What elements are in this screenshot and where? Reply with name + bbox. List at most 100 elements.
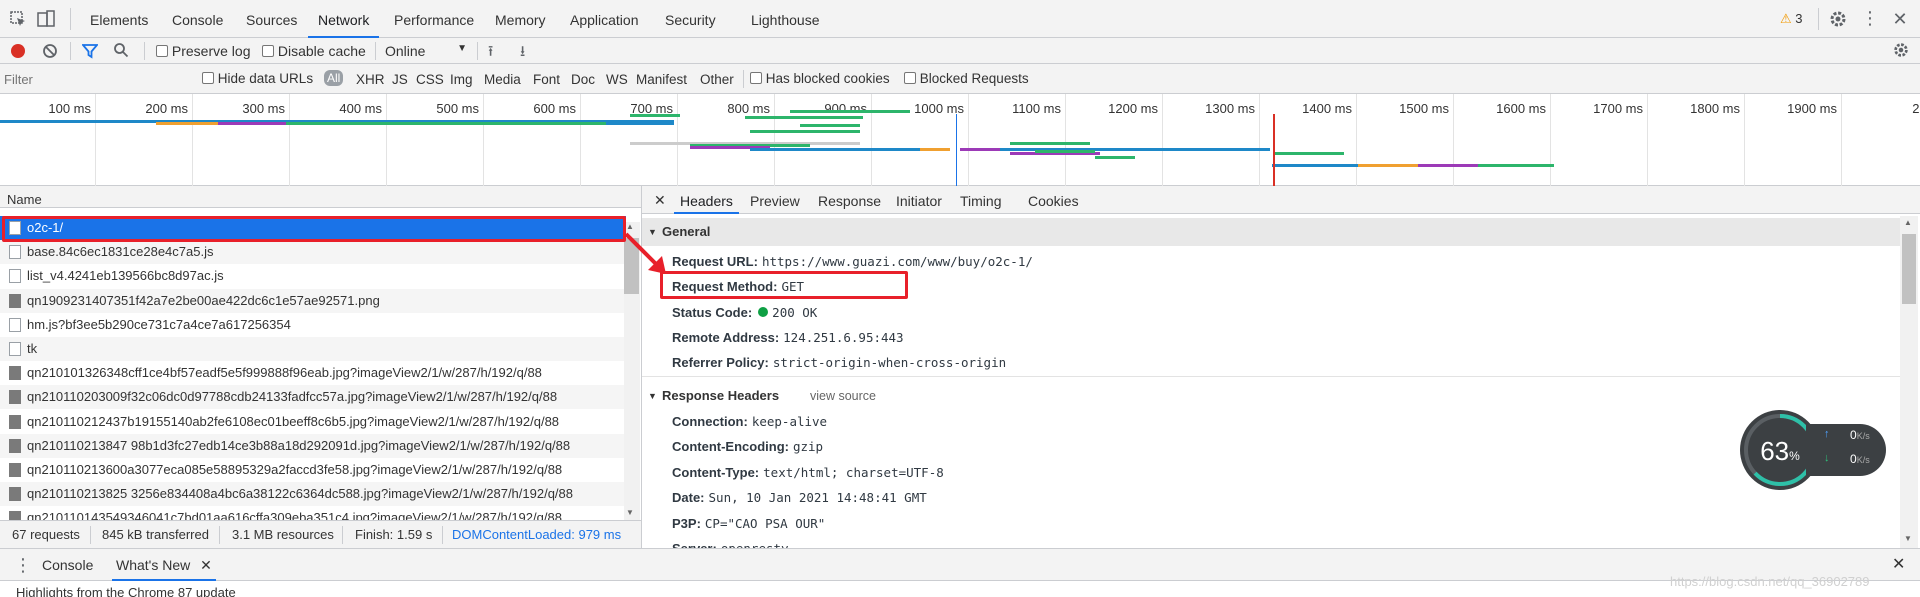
view-source-link[interactable]: view source (810, 382, 876, 410)
filter-type-xhr[interactable]: XHR (356, 72, 385, 87)
header-key: Connection: (672, 414, 748, 429)
request-name: qn210110213825 3256e834408a4bc6a38122c63… (27, 486, 574, 502)
dom-content-loaded-marker (956, 114, 957, 186)
network-settings-gear-icon[interactable] (1892, 41, 1910, 62)
scrollbar-thumb[interactable] (1902, 234, 1916, 304)
filter-type-doc[interactable]: Doc (571, 72, 595, 87)
tab-lighthouse[interactable]: Lighthouse (741, 0, 830, 38)
speed-readout: ↑ 0K/s ↓ 0K/s (1806, 424, 1886, 476)
divider (1818, 8, 1819, 30)
filter-type-media[interactable]: Media (484, 72, 521, 87)
record-icon[interactable] (11, 44, 25, 58)
request-row[interactable]: base.84c6ec1831ce28e4c7a5.js (0, 240, 626, 265)
divider (477, 42, 478, 60)
timeline-request-bar (800, 124, 860, 127)
request-row[interactable]: qn210110213847 98b1d3fc27edb14ce3b88a18d… (0, 433, 626, 458)
timeline-tick-label: 1600 ms (1496, 101, 1546, 116)
details-tab-preview[interactable]: Preview (744, 186, 806, 214)
request-row[interactable]: qn1909231407351f42a7e2be00ae422dc6c1e57a… (0, 288, 626, 313)
close-details-icon[interactable]: ✕ (654, 192, 666, 209)
general-header-row: Referrer Policy: strict-origin-when-cross… (672, 351, 1006, 375)
request-row[interactable]: qn210110213825 3256e834408a4bc6a38122c63… (0, 482, 626, 507)
tab-memory[interactable]: Memory (485, 0, 556, 38)
tab-elements[interactable]: Elements (80, 0, 158, 38)
details-tab-cookies[interactable]: Cookies (1022, 186, 1085, 214)
details-tab-headers[interactable]: Headers (674, 186, 739, 214)
preserve-log-checkbox[interactable]: Preserve log (156, 43, 250, 59)
request-row[interactable]: hm.js?bf3ee5b290ce731c7a4ce7a617256354 (0, 313, 626, 337)
blocked-requests-checkbox[interactable]: Blocked Requests (904, 71, 1029, 86)
filter-type-manifest[interactable]: Manifest (636, 72, 687, 87)
request-row[interactable]: qn210110203009f32c06dc0d97788cdb24133fad… (0, 385, 626, 410)
divider (342, 526, 343, 544)
tab-application[interactable]: Application (560, 0, 649, 38)
drawer-menu-icon[interactable]: ⋮ (14, 549, 32, 581)
warnings-counter[interactable]: ⚠ 3 (1780, 11, 1803, 27)
download-arrow-icon: ↓ (1824, 452, 1830, 464)
drawer-tab-bar: ⋮ Console What's New ✕ ✕ (0, 549, 1920, 581)
request-row[interactable]: qn210101326348cff1ce4bf57eadf5e5f999888f… (0, 361, 626, 385)
export-har-icon[interactable]: ⭳ (520, 41, 525, 66)
settings-gear-icon[interactable] (1828, 9, 1848, 29)
filter-type-js[interactable]: JS (392, 72, 408, 87)
response-header-row: Content-Encoding: gzip (672, 435, 823, 459)
response-headers-section-header[interactable]: ▼ Response Headers view source (642, 382, 1900, 410)
timeline-tick-label: 200 (1912, 101, 1920, 116)
timeline-tick-label: 600 ms (533, 101, 576, 116)
request-row[interactable]: tk (0, 337, 626, 361)
scroll-down-arrow-icon[interactable]: ▼ (1904, 534, 1912, 543)
details-tab-timing[interactable]: Timing (954, 186, 1008, 214)
disable-cache-checkbox[interactable]: Disable cache (262, 43, 366, 59)
close-tab-icon[interactable]: ✕ (200, 557, 212, 573)
import-har-icon[interactable]: ⭱ (488, 41, 493, 66)
details-tab-bar: ✕ Headers Preview Response Initiator Timing C… (642, 186, 1920, 214)
upload-arrow-icon: ↑ (1824, 428, 1830, 440)
filter-icon[interactable] (81, 43, 99, 62)
request-row[interactable]: qn210110213600a3077eca085e58895329a2facc… (0, 458, 626, 482)
details-tab-initiator[interactable]: Initiator (890, 186, 948, 214)
filter-type-other[interactable]: Other (700, 72, 734, 87)
request-row[interactable]: list_v4.4241eb139566bc8d97ac.js (0, 264, 626, 288)
tab-sources[interactable]: Sources (236, 0, 307, 38)
filter-type-css[interactable]: CSS (416, 72, 444, 87)
general-section-header[interactable]: ▼ General (642, 218, 1900, 246)
clear-icon[interactable] (42, 43, 58, 62)
tab-console[interactable]: Console (162, 0, 233, 38)
collapse-triangle-icon: ▼ (648, 391, 657, 401)
scroll-up-arrow-icon[interactable]: ▲ (1904, 218, 1912, 227)
request-row[interactable]: qn210110212437b19155140ab2fe6108ec01beef… (0, 410, 626, 434)
divider (442, 526, 443, 544)
close-drawer-icon[interactable]: ✕ (1892, 549, 1905, 581)
hide-data-urls-checkbox[interactable]: Hide data URLs (202, 71, 313, 86)
header-key: Request URL: (672, 254, 758, 269)
tab-network[interactable]: Network (308, 0, 380, 38)
filter-type-font[interactable]: Font (533, 72, 560, 87)
filter-type-img[interactable]: Img (450, 72, 473, 87)
tab-security[interactable]: Security (655, 0, 726, 38)
inspect-element-icon[interactable] (8, 9, 28, 29)
scroll-down-arrow-icon[interactable]: ▼ (626, 508, 634, 517)
device-toolbar-icon[interactable] (36, 9, 56, 29)
resources-size: 3.1 MB resources (232, 527, 334, 542)
throttling-select[interactable]: Online ▼ (385, 43, 467, 59)
details-tab-response[interactable]: Response (812, 186, 887, 214)
drawer-tab-whats-new[interactable]: What's New ✕ (112, 549, 216, 581)
more-options-icon[interactable]: ⋮ (1860, 9, 1880, 29)
filter-type-ws[interactable]: WS (606, 72, 628, 87)
drawer-tab-console[interactable]: Console (42, 549, 93, 581)
file-icon (9, 317, 21, 332)
filter-input[interactable] (4, 68, 190, 90)
request-name: tk (27, 341, 38, 356)
tab-performance[interactable]: Performance (384, 0, 484, 38)
timeline-tick-label: 1200 ms (1108, 101, 1158, 116)
network-overview-timeline[interactable]: 100 ms 200 ms 300 ms 400 ms 500 ms 600 ms 700 … (0, 94, 1920, 186)
close-devtools-icon[interactable]: ✕ (1890, 9, 1910, 29)
timeline-gridline (289, 94, 290, 186)
network-speed-widget[interactable]: 63% ↑ 0K/s ↓ 0K/s (1740, 410, 1890, 490)
filter-type-all[interactable]: All (324, 70, 344, 86)
timeline-request-bar (920, 148, 950, 151)
has-blocked-cookies-checkbox[interactable]: Has blocked cookies (750, 71, 890, 86)
timeline-request-bar (1035, 150, 1095, 153)
search-icon[interactable] (113, 42, 129, 61)
name-column-header[interactable]: Name (0, 186, 641, 208)
